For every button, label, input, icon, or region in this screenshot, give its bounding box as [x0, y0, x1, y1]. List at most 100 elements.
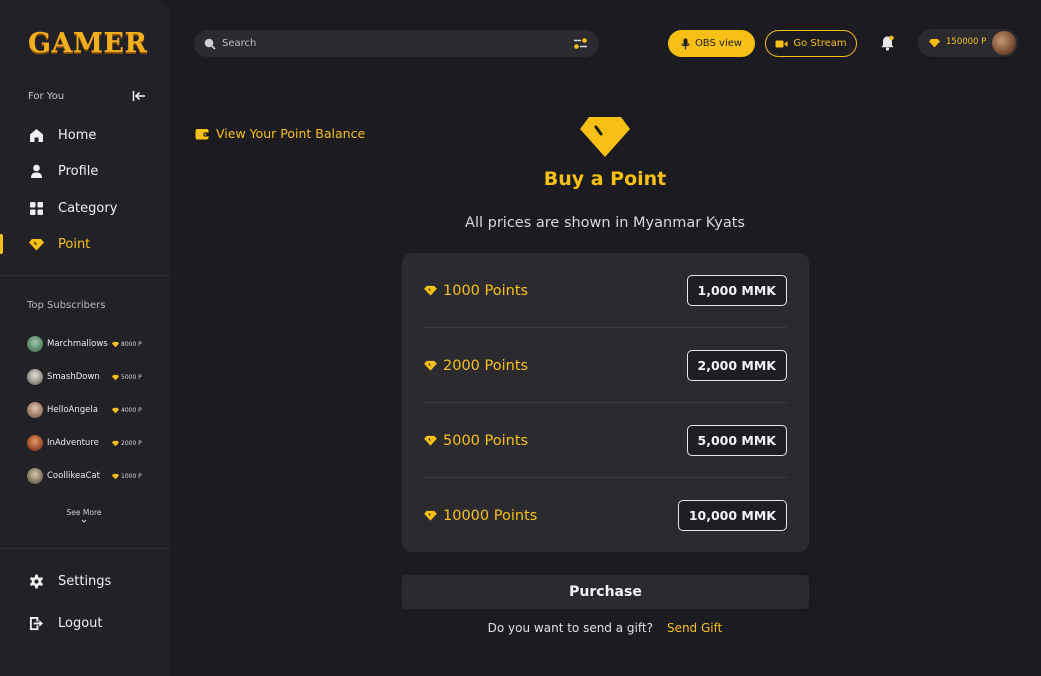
avatar — [27, 435, 43, 451]
gift-prompt: Do you want to send a gift? Send Gift — [405, 621, 805, 635]
subscriber-points: 8000 P — [112, 341, 142, 348]
subscriber-points-value: 2000 P — [121, 439, 142, 447]
subscriber-name: CoollikeaCat — [47, 471, 100, 481]
subscriber-points: 1000 P — [112, 473, 142, 480]
wallet-icon — [195, 128, 209, 139]
subscriber-points-value: 4000 P — [121, 406, 142, 414]
gear-icon — [30, 573, 43, 589]
package-points-label: 5000 Points — [443, 432, 529, 449]
package-price-button[interactable]: 2,000 MMK — [686, 350, 787, 381]
microphone-icon — [681, 38, 690, 49]
avatar[interactable] — [992, 31, 1016, 55]
wallet-balance[interactable]: 150000 P — [918, 29, 1018, 57]
obs-view-button[interactable]: OBS view — [668, 30, 755, 57]
avatar — [27, 336, 43, 352]
for-you-label: For You — [28, 90, 65, 102]
gem-icon — [580, 117, 630, 157]
page-title: Buy a Point — [543, 168, 667, 190]
purchase-button[interactable]: Purchase — [402, 575, 809, 609]
top-subscribers-title: Top Subscribers — [27, 300, 106, 311]
sidebar-item-label: Point — [58, 236, 91, 252]
sidebar-divider — [0, 275, 170, 276]
package-price-button[interactable]: 1,000 MMK — [686, 275, 787, 306]
sidebar-item-label: Logout — [58, 615, 103, 631]
sidebar-item-home[interactable]: Home — [0, 121, 170, 149]
subscriber-points: 2000 P — [112, 440, 142, 447]
see-more-label: See More — [66, 508, 102, 517]
bell-icon[interactable] — [880, 35, 895, 51]
package-points: 5000 Points — [424, 433, 528, 449]
subscriber-row[interactable]: InAdventure 2000 P — [27, 434, 147, 452]
sidebar-item-label: Settings — [58, 573, 112, 589]
video-camera-icon — [775, 40, 788, 47]
see-more-button[interactable]: See More — [60, 508, 108, 524]
page-subtitle: All prices are shown in Myanmar Kyats — [465, 215, 745, 231]
package-points: 10000 Points — [424, 508, 537, 524]
subscriber-points-value: 8000 P — [121, 340, 142, 348]
avatar — [27, 402, 43, 418]
view-point-balance-label: View Your Point Balance — [216, 126, 366, 141]
gem-icon — [112, 440, 119, 446]
gift-question: Do you want to send a gift? — [487, 621, 653, 635]
package-points: 2000 Points — [424, 358, 528, 374]
logo[interactable]: GAMER — [28, 28, 147, 59]
user-icon — [31, 164, 42, 178]
subscriber-name: InAdventure — [47, 438, 99, 448]
subscriber-row[interactable]: HelloAngela 4000 P — [27, 401, 147, 419]
sidebar-item-label: Category — [58, 200, 118, 216]
go-stream-button[interactable]: Go Stream — [765, 30, 857, 57]
avatar — [27, 468, 43, 484]
gem-icon — [424, 360, 437, 371]
grid-icon — [30, 201, 43, 215]
sidebar-item-profile[interactable]: Profile — [0, 157, 170, 185]
package-points-label: 2000 Points — [443, 357, 529, 374]
gem-icon — [112, 473, 119, 479]
package-price-button[interactable]: 5,000 MMK — [686, 425, 787, 456]
logout-icon — [29, 616, 44, 630]
sidebar-item-label: Profile — [58, 163, 99, 179]
subscriber-name: Marchmallows — [47, 339, 108, 349]
subscriber-row[interactable]: SmashDown 5000 P — [27, 368, 147, 386]
package-row-2000[interactable]: 2000 Points 2,000 MMK — [424, 328, 787, 403]
search-input[interactable] — [222, 30, 552, 57]
subscriber-row[interactable]: CoollikeaCat 1000 P — [27, 467, 147, 485]
sidebar-item-category[interactable]: Category — [0, 194, 170, 222]
filter-icon[interactable] — [573, 37, 588, 50]
avatar — [27, 369, 43, 385]
subscriber-points-value: 5000 P — [121, 373, 142, 381]
subscriber-points-value: 1000 P — [121, 472, 142, 480]
gem-icon — [424, 285, 437, 296]
sidebar-divider — [0, 548, 170, 549]
search-bar — [194, 30, 599, 57]
sidebar-item-logout[interactable]: Logout — [0, 609, 170, 637]
package-row-5000[interactable]: 5000 Points 5,000 MMK — [424, 403, 787, 478]
package-points-label: 1000 Points — [443, 282, 529, 299]
package-points: 1000 Points — [424, 283, 528, 299]
obs-view-label: OBS view — [694, 38, 743, 49]
subscriber-points: 4000 P — [112, 407, 142, 414]
gem-icon — [112, 374, 119, 380]
gem-icon — [29, 238, 44, 250]
subscriber-points: 5000 P — [112, 374, 142, 381]
for-you-row: For You — [28, 88, 146, 104]
subscriber-name: SmashDown — [47, 372, 100, 382]
view-point-balance-link[interactable]: View Your Point Balance — [195, 126, 365, 141]
subscriber-name: HelloAngela — [47, 405, 98, 415]
gem-icon — [424, 435, 437, 446]
gem-icon — [112, 341, 119, 347]
chevron-down-icon — [81, 519, 87, 523]
home-icon — [30, 128, 43, 142]
go-stream-label: Go Stream — [793, 38, 847, 49]
sidebar-item-settings[interactable]: Settings — [0, 567, 170, 595]
gem-icon — [929, 38, 940, 48]
search-icon — [204, 38, 216, 50]
sidebar-item-point[interactable]: Point — [0, 230, 170, 258]
collapse-sidebar-icon[interactable] — [132, 89, 146, 103]
subscriber-row[interactable]: Marchmallows 8000 P — [27, 335, 147, 353]
send-gift-link[interactable]: Send Gift — [667, 621, 722, 635]
gem-icon — [112, 407, 119, 413]
package-row-10000[interactable]: 10000 Points 10,000 MMK — [424, 478, 787, 553]
package-price-button[interactable]: 10,000 MMK — [677, 500, 787, 531]
gem-icon — [424, 510, 437, 521]
package-row-1000[interactable]: 1000 Points 1,000 MMK — [424, 253, 787, 328]
